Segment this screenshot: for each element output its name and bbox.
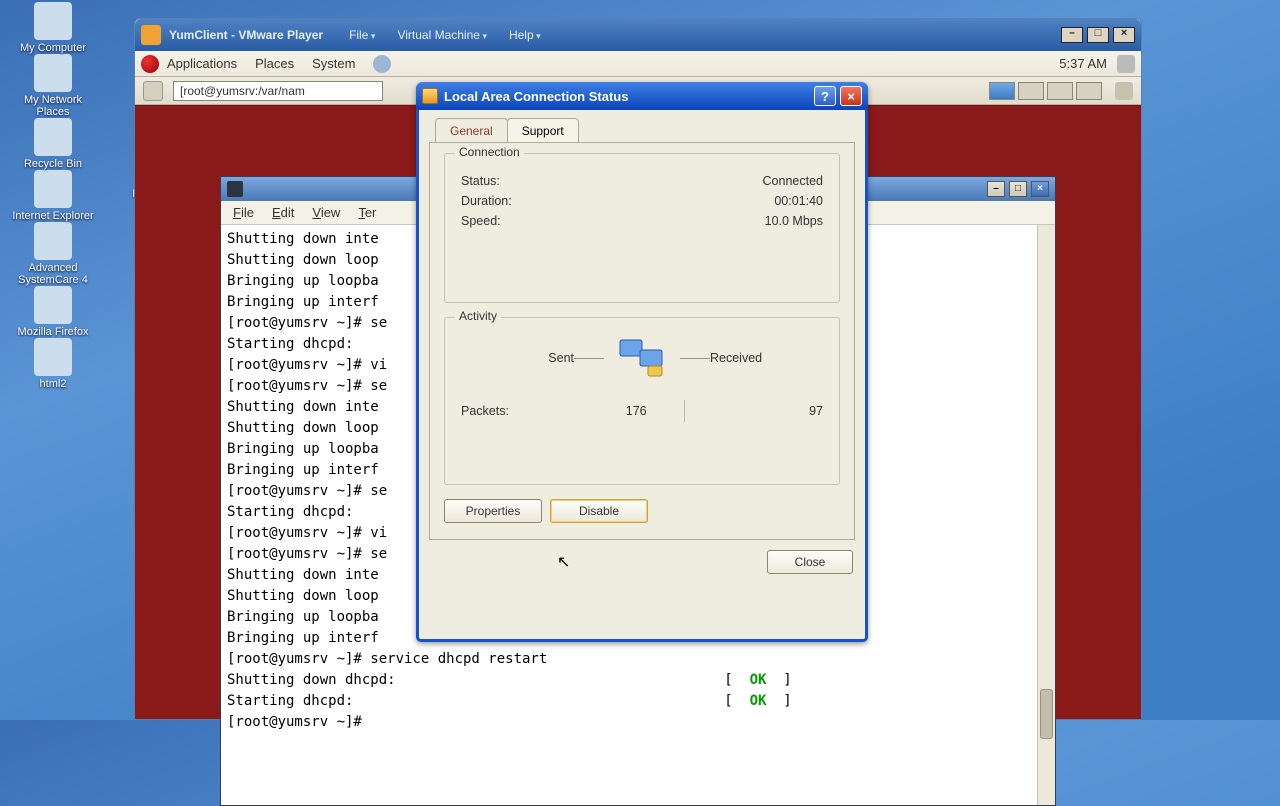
tab-support[interactable]: Support bbox=[507, 118, 579, 142]
terminal-menu-file[interactable]: File bbox=[233, 205, 254, 220]
vm-menu-help[interactable]: Help bbox=[509, 28, 541, 42]
desktop-icon[interactable]: My Computer bbox=[10, 2, 96, 54]
desktop-icon-glyph bbox=[34, 170, 72, 208]
desktop-icon[interactable]: Recycle Bin bbox=[10, 118, 96, 170]
lan-dialog-titlebar[interactable]: Local Area Connection Status ? × bbox=[416, 82, 868, 110]
packets-sent-value: 176 bbox=[547, 404, 647, 418]
close-button[interactable]: Close bbox=[767, 550, 853, 574]
workspace-3[interactable] bbox=[1047, 82, 1073, 100]
desktop-icon-glyph bbox=[34, 286, 72, 324]
connection-group-caption: Connection bbox=[455, 145, 524, 159]
gnome-menu-system[interactable]: System bbox=[312, 56, 355, 71]
workspace-4[interactable] bbox=[1076, 82, 1102, 100]
desktop-icon[interactable]: Advanced SystemCare 4 bbox=[10, 222, 96, 286]
speed-label: Speed: bbox=[461, 214, 501, 228]
terminal-menu-terminal[interactable]: Ter bbox=[358, 205, 376, 220]
volume-icon[interactable] bbox=[1117, 55, 1135, 73]
vmware-title-text: YumClient - VMware Player bbox=[169, 28, 323, 42]
desktop-icon[interactable]: Internet Explorer bbox=[10, 170, 96, 222]
terminal-close-button[interactable]: × bbox=[1031, 181, 1049, 197]
vmware-titlebar[interactable]: YumClient - VMware Player File Virtual Ma… bbox=[135, 19, 1141, 51]
desktop-icon-glyph bbox=[34, 2, 72, 40]
disable-button[interactable]: Disable bbox=[550, 499, 648, 523]
received-label: Received bbox=[710, 351, 823, 365]
lan-status-dialog: Local Area Connection Status ? × General… bbox=[416, 82, 868, 642]
gnome-menu-places[interactable]: Places bbox=[255, 56, 294, 71]
gnome-launcher-icon[interactable] bbox=[373, 55, 391, 73]
vm-maximize-button[interactable]: □ bbox=[1087, 27, 1109, 43]
redhat-icon[interactable] bbox=[141, 55, 159, 73]
vm-menu-file[interactable]: File bbox=[349, 28, 375, 42]
desktop-icon[interactable]: My Network Places bbox=[10, 54, 96, 118]
tab-page-general: Connection Status: Connected Duration: 00:… bbox=[429, 142, 855, 540]
gnome-menu-applications[interactable]: Applications bbox=[167, 56, 237, 71]
help-button[interactable]: ? bbox=[814, 86, 836, 106]
window-list-item[interactable]: [root@yumsrv:/var/nam bbox=[173, 81, 383, 101]
desktop-icon-glyph bbox=[34, 222, 72, 260]
terminal-menu-edit[interactable]: Edit bbox=[272, 205, 294, 220]
terminal-icon bbox=[227, 181, 243, 197]
vm-minimize-button[interactable]: – bbox=[1061, 27, 1083, 43]
trash-icon[interactable] bbox=[1115, 82, 1133, 100]
desktop-icon-label: Internet Explorer bbox=[10, 210, 96, 222]
terminal-scrollbar[interactable] bbox=[1037, 225, 1055, 805]
show-desktop-button[interactable] bbox=[143, 81, 163, 101]
desktop-icon-glyph bbox=[34, 54, 72, 92]
vm-close-button[interactable]: × bbox=[1113, 27, 1135, 43]
properties-button[interactable]: Properties bbox=[444, 499, 542, 523]
activity-group-caption: Activity bbox=[455, 309, 501, 323]
speed-value: 10.0 Mbps bbox=[765, 214, 823, 228]
packets-received-value: 97 bbox=[723, 404, 823, 418]
packets-label: Packets: bbox=[461, 404, 509, 418]
gnome-clock[interactable]: 5:37 AM bbox=[1059, 56, 1107, 71]
desktop-icon-label: My Network Places bbox=[10, 94, 96, 118]
tab-general[interactable]: General bbox=[435, 118, 508, 142]
desktop-icon-glyph bbox=[34, 338, 72, 376]
lan-dialog-title: Local Area Connection Status bbox=[444, 89, 628, 104]
terminal-minimize-button[interactable]: – bbox=[987, 181, 1005, 197]
desktop-icon[interactable]: html2 bbox=[10, 338, 96, 390]
terminal-maximize-button[interactable]: □ bbox=[1009, 181, 1027, 197]
vm-menu-virtual-machine[interactable]: Virtual Machine bbox=[397, 28, 487, 42]
workspace-1[interactable] bbox=[989, 82, 1015, 100]
vmware-icon bbox=[141, 25, 161, 45]
activity-network-icon bbox=[614, 336, 670, 380]
desktop-icon-label: html2 bbox=[10, 378, 96, 390]
network-icon bbox=[422, 88, 438, 104]
status-value: Connected bbox=[763, 174, 823, 188]
status-label: Status: bbox=[461, 174, 500, 188]
sent-label: Sent bbox=[461, 351, 574, 365]
desktop-icon-label: My Computer bbox=[10, 42, 96, 54]
duration-label: Duration: bbox=[461, 194, 512, 208]
desktop-icon-label: Advanced SystemCare 4 bbox=[10, 262, 96, 286]
desktop-icon[interactable]: Mozilla Firefox bbox=[10, 286, 96, 338]
workspace-2[interactable] bbox=[1018, 82, 1044, 100]
gnome-top-panel: Applications Places System 5:37 AM bbox=[135, 51, 1141, 77]
desktop-icon-glyph bbox=[34, 118, 72, 156]
terminal-menu-view[interactable]: View bbox=[312, 205, 340, 220]
desktop-icon-label: Recycle Bin bbox=[10, 158, 96, 170]
duration-value: 00:01:40 bbox=[774, 194, 823, 208]
desktop-icon-label: Mozilla Firefox bbox=[10, 326, 96, 338]
titlebar-close-button[interactable]: × bbox=[840, 86, 862, 106]
